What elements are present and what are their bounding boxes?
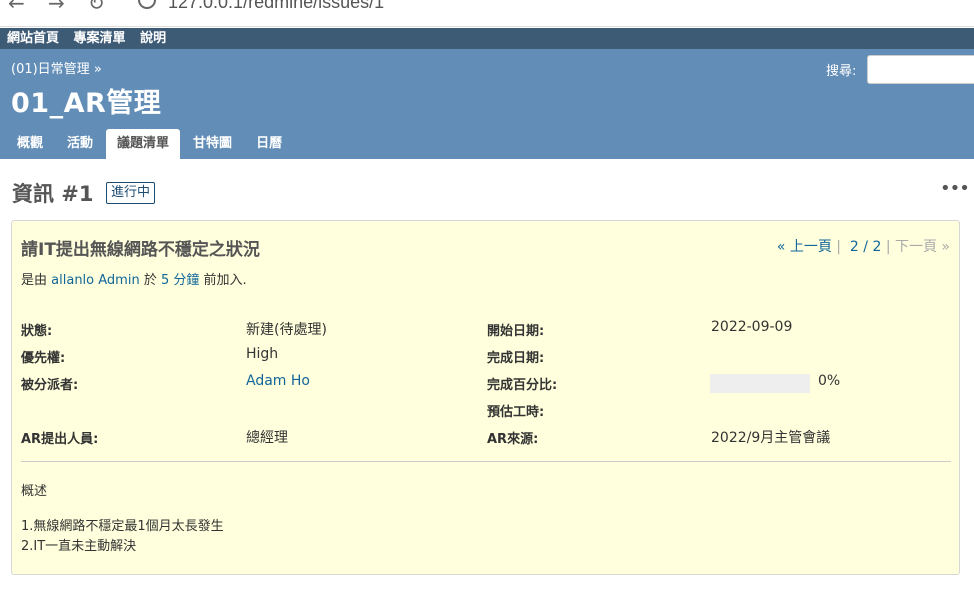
search-input[interactable] [867, 55, 974, 84]
prev-issue-link[interactable]: « 上一頁 [777, 239, 832, 255]
done-ratio-label: 完成百分比: [487, 378, 558, 393]
due-date-label: 完成日期: [487, 351, 545, 366]
author-link[interactable]: allanlo Admin [51, 273, 140, 288]
top-menu-home[interactable]: 網站首頁 [7, 31, 59, 46]
browser-toolbar: ← → ↻ 127.0.0.1/redmine/issues/1 [0, 0, 974, 27]
project-title: 01_AR管理 [11, 88, 162, 119]
search-label: 搜尋: [826, 64, 857, 79]
done-ratio-value: 0% [818, 373, 841, 389]
estimate-label: 預估工時: [487, 405, 545, 420]
priority-value: High [246, 346, 279, 362]
description-label: 概述 [21, 484, 48, 499]
top-menu-help[interactable]: 說明 [140, 31, 166, 46]
tab-issues[interactable]: 議題清單 [106, 129, 181, 159]
submitter-label: AR提出人員: [21, 432, 99, 447]
submitter-value: 總經理 [246, 430, 288, 446]
author-suffix: 前加入. [203, 273, 247, 288]
next-issue-link: 下一頁 » [894, 239, 950, 255]
assignee-label: 被分派者: [21, 378, 79, 393]
pagination-separator: | [885, 239, 891, 255]
source-value: 2022/9月主管會議 [711, 430, 831, 446]
tab-gantt[interactable]: 甘特圖 [182, 129, 243, 159]
issue-details: 請IT提出無線網路不穩定之狀況 « 上一頁 | 2 / 2 | 下一頁 » 是由… [11, 220, 960, 575]
description-line: 2.IT一直未主動解決 [21, 539, 137, 554]
assignee-link[interactable]: Adam Ho [246, 373, 310, 389]
breadcrumb[interactable]: (01)日常管理 » [11, 58, 102, 77]
author-line: 是由 allanlo Admin 於 5 分鐘 前加入. [21, 269, 247, 288]
start-date-label: 開始日期: [487, 324, 545, 339]
arrow-right-icon[interactable]: → [48, 0, 65, 15]
priority-label: 優先權: [21, 351, 66, 366]
tab-calendar[interactable]: 日曆 [245, 129, 293, 159]
status-value: 新建(待處理) [246, 322, 327, 338]
status-label: 狀態: [21, 324, 53, 339]
author-mid: 於 [143, 273, 157, 288]
tab-activity[interactable]: 活動 [56, 129, 104, 159]
site-info-icon[interactable] [138, 0, 156, 9]
source-label: AR來源: [487, 432, 539, 447]
project-tabs: 概觀 活動 議題清單 甘特圖 日曆 [6, 129, 295, 159]
issue-subject: 請IT提出無線網路不穩定之狀況 [21, 240, 260, 260]
pagination-separator: | [836, 239, 842, 255]
divider [21, 461, 951, 462]
page-title: 資訊 #1 [12, 182, 94, 206]
issue-pagination: « 上一頁 | 2 / 2 | 下一頁 » [777, 236, 950, 256]
top-menu-projects[interactable]: 專案清單 [74, 31, 126, 46]
progress-bar [710, 374, 810, 393]
reload-icon[interactable]: ↻ [88, 0, 105, 15]
address-bar[interactable]: 127.0.0.1/redmine/issues/1 [168, 0, 384, 13]
more-horizontal-icon[interactable]: ••• [940, 178, 970, 199]
top-menu: 網站首頁 專案清單 說明 [0, 28, 974, 49]
author-prefix: 是由 [21, 273, 48, 288]
start-date-value: 2022-09-09 [711, 319, 793, 335]
status-badge: 進行中 [106, 182, 156, 204]
description-line: 1.無線網路不穩定最1個月太長發生 [21, 519, 224, 534]
project-header: (01)日常管理 » 01_AR管理 搜尋: 概觀 活動 議題清單 甘特圖 日曆 [0, 49, 974, 159]
time-ago-link[interactable]: 5 分鐘 [161, 273, 199, 288]
arrow-left-icon[interactable]: ← [8, 0, 25, 15]
issue-counter[interactable]: 2 / 2 [850, 239, 881, 255]
tab-overview[interactable]: 概觀 [6, 129, 54, 159]
